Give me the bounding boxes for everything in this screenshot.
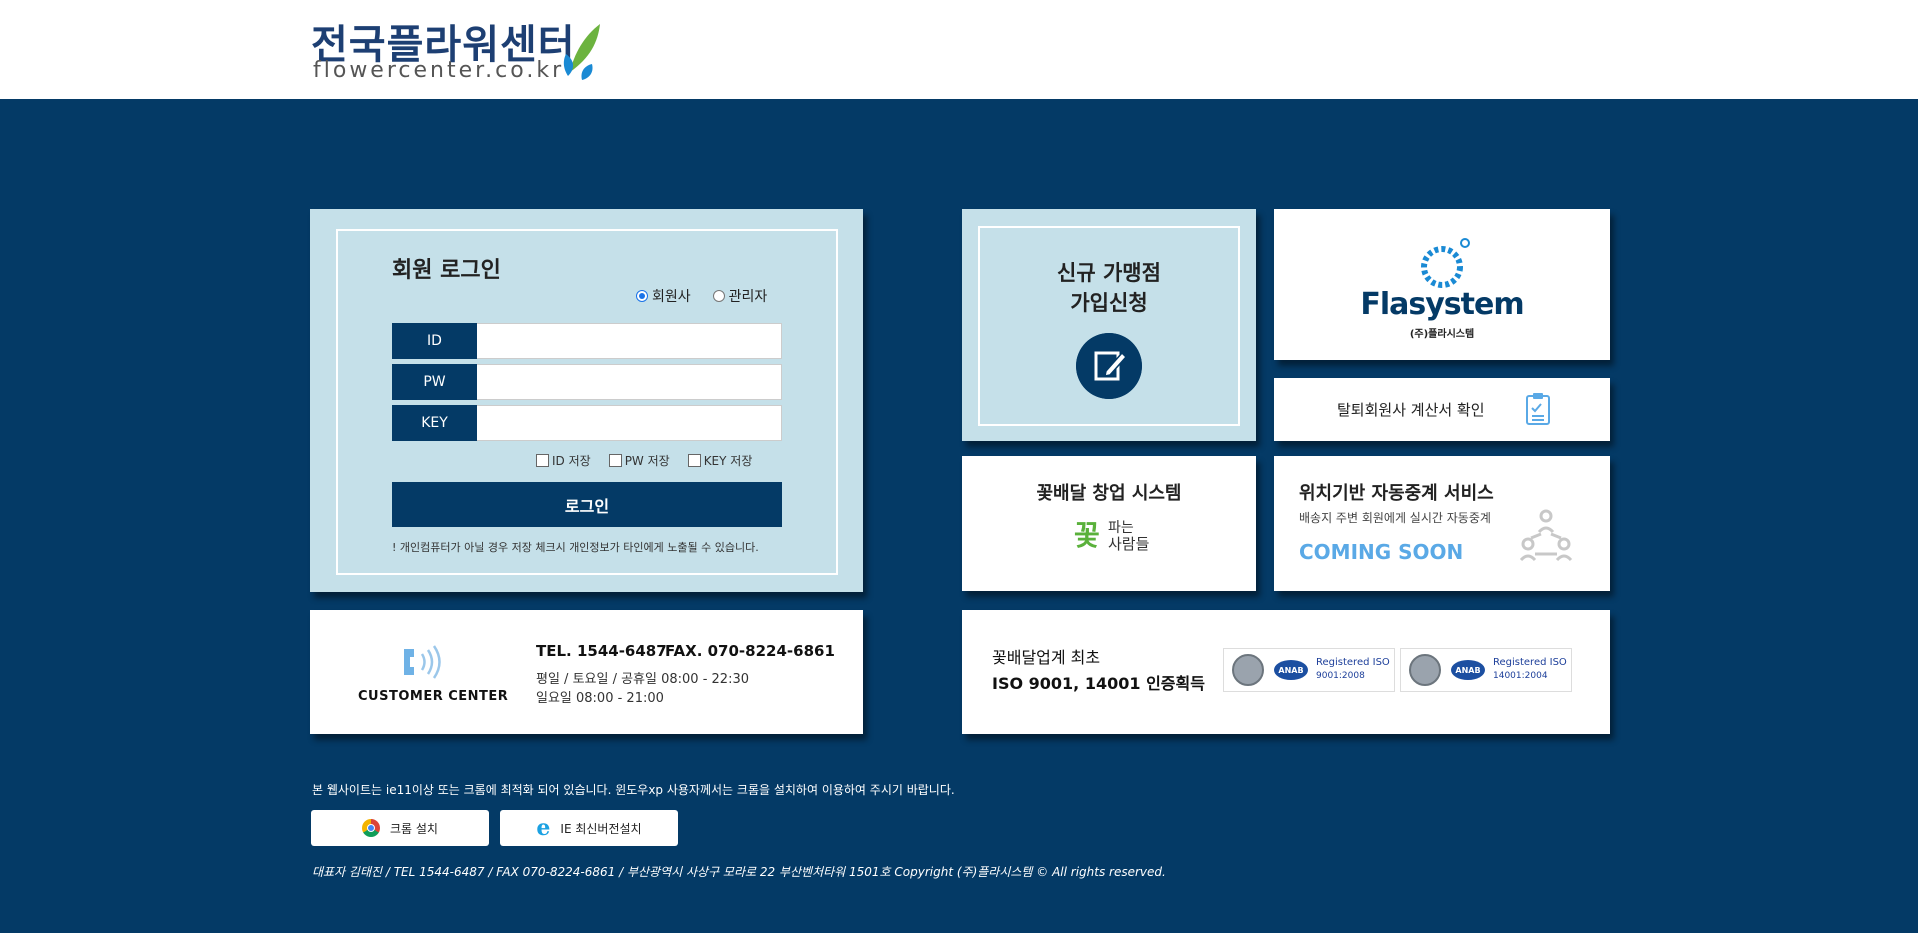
new-franchise-card[interactable]: 신규 가맹점 가입신청 — [962, 209, 1256, 441]
ie-install-button[interactable]: e IE 최신버전설치 — [500, 810, 678, 846]
flasystem-name: Flasystem — [1360, 287, 1524, 322]
iso-9001-badge: ANAB Registered ISO 9001:2008 — [1223, 648, 1395, 692]
save-id-option[interactable]: ID 저장 — [536, 452, 591, 469]
clipboard-icon — [1526, 393, 1550, 425]
logo-flower-char: 꽃 — [1074, 519, 1100, 552]
radio-member-option[interactable]: 회원사 — [636, 286, 691, 306]
chrome-install-label: 크롬 설치 — [390, 821, 438, 836]
save-id-checkbox[interactable] — [536, 454, 549, 467]
phone-icon — [404, 645, 441, 679]
radio-admin-option[interactable]: 관리자 — [712, 286, 768, 306]
iso-9001-title: Registered ISO — [1316, 657, 1390, 668]
login-notice: ! 개인컴퓨터가 아닐 경우 저장 체크시 개인정보가 타인에게 노출될 수 있… — [392, 541, 759, 554]
save-id-label: ID 저장 — [552, 454, 591, 468]
radio-member[interactable] — [636, 290, 648, 302]
browser-notice: 본 웹사이트는 ie11이상 또는 크롬에 최적화 되어 있습니다. 윈도우xp… — [312, 783, 955, 797]
key-field: KEY — [392, 405, 782, 441]
chrome-icon — [362, 819, 380, 837]
chrome-install-button[interactable]: 크롬 설치 — [311, 810, 489, 846]
save-pw-label: PW 저장 — [624, 454, 670, 468]
radio-admin[interactable] — [712, 290, 725, 302]
customer-fax: FAX. 070-8224-6861 — [665, 642, 835, 660]
pw-input[interactable] — [477, 364, 782, 400]
leaf-logo-icon — [563, 24, 600, 80]
anab-logo: ANAB — [1451, 660, 1485, 680]
key-input[interactable] — [477, 405, 782, 441]
withdrawn-invoice-card[interactable]: 탈퇴회원사 계산서 확인 — [1274, 378, 1610, 441]
join-title-line2: 가입신청 — [1070, 291, 1148, 315]
save-key-option[interactable]: KEY 저장 — [687, 452, 753, 469]
save-key-label: KEY 저장 — [703, 454, 753, 468]
customer-center-card: CUSTOMER CENTER TEL. 1544-6487 FAX. 070-… — [310, 610, 863, 734]
login-type-selector: 회원사 관리자 — [636, 286, 767, 306]
id-input[interactable] — [477, 323, 782, 359]
join-title-line1: 신규 가맹점 — [1057, 261, 1161, 285]
iso-line1: 꽃배달업계 최초 — [992, 648, 1101, 667]
icr-seal-icon — [1409, 654, 1441, 686]
customer-tel: TEL. 1544-6487 — [536, 642, 667, 660]
flasystem-card[interactable]: Flasystem (주)플라시스템 — [1274, 209, 1610, 360]
network-people-icon — [1519, 509, 1573, 562]
id-label: ID — [392, 323, 477, 359]
location-subtitle: 배송지 주변 회원에게 실시간 자동중계 — [1299, 511, 1491, 525]
iso-9001-code: 9001:2008 — [1316, 671, 1365, 681]
startup-system-card[interactable]: 꽃배달 창업 시스템 꽃 파는 사람들 — [962, 456, 1256, 591]
radio-admin-label: 관리자 — [728, 289, 768, 305]
hours-sunday: 일요일 08:00 - 21:00 — [536, 691, 664, 706]
customer-center-label: CUSTOMER CENTER — [358, 689, 509, 704]
login-title: 회원 로그인 — [392, 258, 501, 283]
flower-sellers-logo: 꽃 파는 사람들 — [1074, 514, 1154, 554]
location-title: 위치기반 자동중계 서비스 — [1299, 483, 1494, 504]
withdrawn-invoice-label: 탈퇴회원사 계산서 확인 — [1337, 401, 1485, 419]
ie-install-label: IE 최신버전설치 — [560, 821, 642, 836]
flasystem-sub: (주)플라시스템 — [1409, 329, 1475, 340]
save-key-checkbox[interactable] — [687, 454, 701, 467]
startup-title: 꽃배달 창업 시스템 — [1036, 483, 1182, 504]
save-options: ID 저장 PW 저장 KEY 저장 — [536, 452, 752, 469]
radio-member-label: 회원사 — [652, 289, 691, 305]
icr-seal-icon — [1232, 654, 1264, 686]
iso-certification-card: 꽃배달업계 최초 ISO 9001, 14001 인증획득 ANAB Regis… — [962, 610, 1610, 734]
id-field: ID — [392, 323, 782, 359]
iso-14001-badge: ANAB Registered ISO 14001:2004 — [1400, 648, 1572, 692]
site-header: 전국플라워센터 flowercenter.co.kr — [0, 0, 1918, 99]
key-label: KEY — [392, 405, 477, 441]
coming-soon-label: COMING SOON — [1299, 540, 1464, 564]
login-button[interactable]: 로그인 — [392, 482, 782, 527]
flasystem-logo-icon — [1421, 238, 1470, 288]
location-relay-card[interactable]: 위치기반 자동중계 서비스 배송지 주변 회원에게 실시간 자동중계 COMIN… — [1274, 456, 1610, 591]
ie-icon: e — [536, 815, 551, 841]
logo-domain[interactable]: flowercenter.co.kr — [313, 58, 564, 83]
iso-14001-code: 14001:2004 — [1493, 671, 1548, 681]
iso-line2: ISO 9001, 14001 인증획득 — [992, 674, 1205, 693]
hours-weekday: 평일 / 토요일 / 공휴일 08:00 - 22:30 — [536, 672, 749, 687]
logo-text-line2: 사람들 — [1108, 535, 1150, 553]
anab-logo: ANAB — [1274, 660, 1308, 680]
iso-14001-title: Registered ISO — [1493, 657, 1567, 668]
save-pw-option[interactable]: PW 저장 — [608, 452, 670, 469]
copyright: 대표자 김태진 / TEL 1544-6487 / FAX 070-8224-6… — [312, 865, 1166, 879]
pw-label: PW — [392, 364, 477, 400]
edit-icon — [1076, 333, 1142, 399]
save-pw-checkbox[interactable] — [608, 454, 622, 467]
pw-field: PW — [392, 364, 782, 400]
